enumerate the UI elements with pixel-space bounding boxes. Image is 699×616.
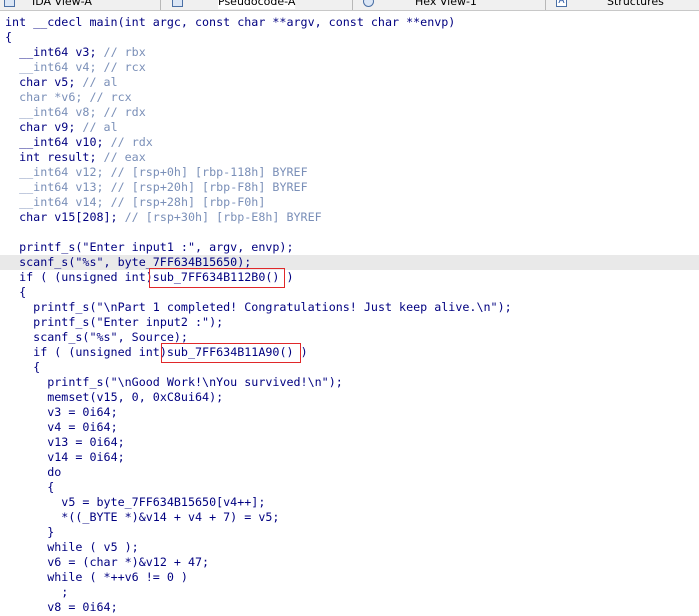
tab-structures[interactable]: Structures (607, 0, 664, 9)
code-line[interactable]: __int64 v8; // rdx (0, 105, 699, 120)
code-line[interactable]: v5 = byte_7FF634B15650[v4++]; (0, 495, 699, 510)
tab-pseudocode[interactable]: Pseudocode-A (218, 0, 296, 9)
tab-ida-view[interactable]: IDA View-A (32, 0, 92, 9)
ida-view-icon (4, 0, 15, 7)
hex-view-icon (363, 0, 374, 7)
code-line[interactable]: __int64 v13; // [rsp+20h] [rbp-F8h] BYRE… (0, 180, 699, 195)
code-line[interactable]: __int64 v3; // rbx (0, 45, 699, 60)
code-line[interactable]: while ( *++v6 != 0 ) (0, 570, 699, 585)
code-line[interactable]: char *v6; // rcx (0, 90, 699, 105)
pseudocode-icon (172, 0, 183, 7)
code-line[interactable]: v8 = 0i64; (0, 600, 699, 615)
tab-separator (545, 0, 546, 10)
code-line[interactable]: *((_BYTE *)&v14 + v4 + 7) = v5; (0, 510, 699, 525)
code-line[interactable]: printf_s("Enter input2 :"); (0, 315, 699, 330)
code-line[interactable]: v4 = 0i64; (0, 420, 699, 435)
code-line[interactable]: v3 = 0i64; (0, 405, 699, 420)
code-line[interactable]: v14 = 0i64; (0, 450, 699, 465)
code-line[interactable]: { (0, 30, 699, 45)
call-sub-11a90[interactable]: sub_7FF634B11A90() (167, 345, 294, 359)
code-line[interactable]: char v15[208]; // [rsp+30h] [rbp-E8h] BY… (0, 210, 699, 225)
code-line[interactable]: printf_s("\nPart 1 completed! Congratula… (0, 300, 699, 315)
code-line[interactable] (0, 225, 699, 240)
code-line-highlighted[interactable]: scanf_s("%s", byte_7FF634B15650); (0, 255, 699, 270)
code-line[interactable]: { (0, 360, 699, 375)
tab-separator (160, 0, 161, 10)
structures-icon: A (556, 0, 567, 7)
code-line[interactable]: if ( (unsigned int)sub_7FF634B112B0() ) (0, 270, 699, 285)
code-line[interactable]: v13 = 0i64; (0, 435, 699, 450)
code-line[interactable]: } (0, 525, 699, 540)
pseudocode-view[interactable]: int __cdecl main(int argc, const char **… (0, 15, 699, 615)
code-line[interactable]: __int64 v4; // rcx (0, 60, 699, 75)
code-line[interactable]: while ( v5 ); (0, 540, 699, 555)
code-line[interactable]: printf_s("\nGood Work!\nYou survived!\n"… (0, 375, 699, 390)
code-line[interactable]: if ( (unsigned int)sub_7FF634B11A90() ) (0, 345, 699, 360)
call-sub-112b0[interactable]: sub_7FF634B112B0() (153, 270, 280, 284)
code-line[interactable]: char v9; // al (0, 120, 699, 135)
code-line[interactable]: __int64 v14; // [rsp+28h] [rbp-F0h] (0, 195, 699, 210)
tab-separator (352, 0, 353, 10)
code-line[interactable]: scanf_s("%s", Source); (0, 330, 699, 345)
code-line[interactable]: char v5; // al (0, 75, 699, 90)
code-line[interactable]: int result; // eax (0, 150, 699, 165)
code-line[interactable]: ; (0, 585, 699, 600)
code-line[interactable]: printf_s("Enter input1 :", argv, envp); (0, 240, 699, 255)
code-line[interactable]: { (0, 480, 699, 495)
tab-hex-view[interactable]: Hex View-1 (415, 0, 477, 9)
code-line[interactable]: do (0, 465, 699, 480)
code-line[interactable]: v6 = (char *)&v12 + 47; (0, 555, 699, 570)
code-line[interactable]: memset(v15, 0, 0xC8ui64); (0, 390, 699, 405)
code-line[interactable]: { (0, 285, 699, 300)
code-line[interactable]: __int64 v10; // rdx (0, 135, 699, 150)
code-line[interactable]: int __cdecl main(int argc, const char **… (0, 15, 699, 30)
code-line[interactable]: __int64 v12; // [rsp+0h] [rbp-118h] BYRE… (0, 165, 699, 180)
tab-bar: IDA View-A Pseudocode-A Hex View-1 A Str… (0, 0, 699, 11)
